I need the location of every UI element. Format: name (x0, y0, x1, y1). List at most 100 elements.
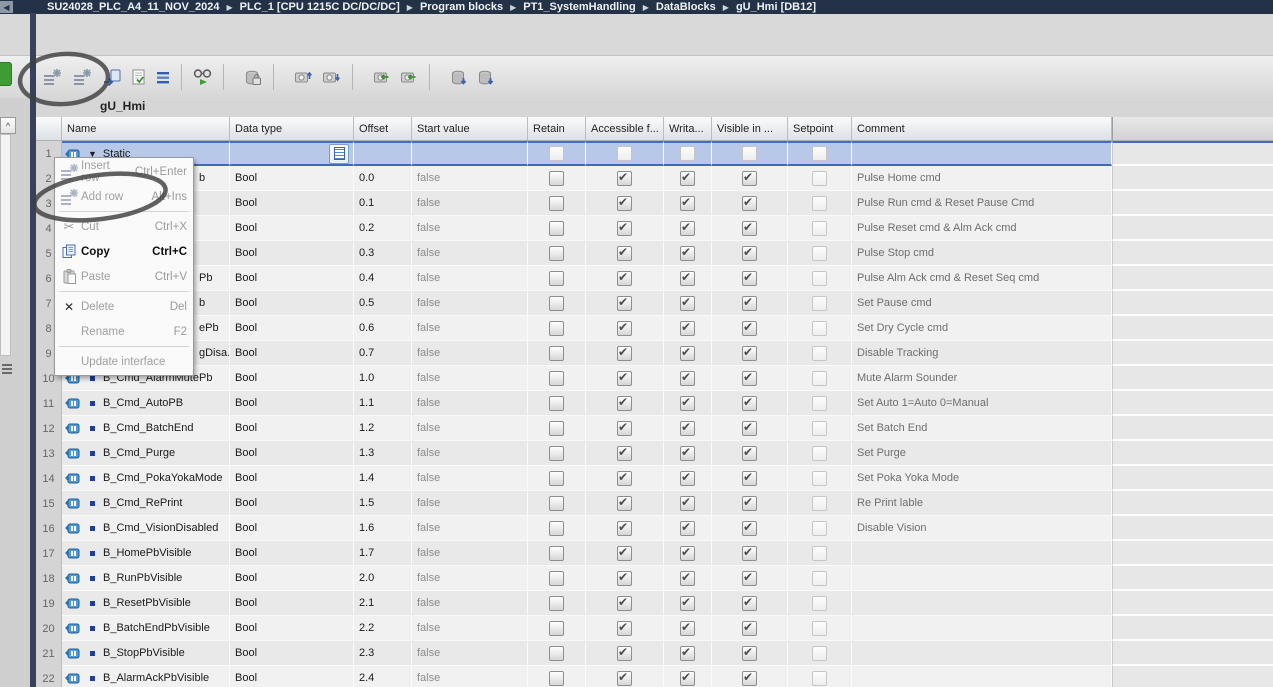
accessible-checkbox[interactable] (617, 245, 632, 261)
writable-checkbox[interactable] (680, 195, 695, 211)
datatype-cell[interactable]: Bool (230, 566, 354, 591)
comment-cell[interactable]: Set Batch End (852, 416, 1112, 441)
splitter-grip-icon[interactable] (2, 364, 12, 376)
row-number[interactable]: 20 (36, 616, 62, 641)
name-cell[interactable]: B_RunPbVisible (62, 566, 230, 591)
comment-cell[interactable]: Disable Vision (852, 516, 1112, 541)
row-number[interactable]: 19 (36, 591, 62, 616)
start-value-cell[interactable]: false (412, 516, 528, 541)
retain-checkbox[interactable] (549, 420, 564, 436)
writable-checkbox[interactable] (680, 520, 695, 536)
retain-checkbox[interactable] (549, 295, 564, 311)
datatype-cell[interactable]: Bool (230, 441, 354, 466)
column-header-blank[interactable] (1112, 117, 1273, 140)
breadcrumb-item[interactable]: PT1_SystemHandling (519, 1, 639, 13)
datatype-cell[interactable]: Bool (230, 616, 354, 641)
row-number[interactable]: 16 (36, 516, 62, 541)
writable-checkbox[interactable] (680, 220, 695, 236)
accessible-checkbox[interactable] (617, 670, 632, 686)
row-number[interactable]: 11 (36, 391, 62, 416)
column-header-retain[interactable]: Retain (528, 117, 586, 140)
name-cell[interactable]: B_HomePbVisible (62, 541, 230, 566)
row-number[interactable]: 21 (36, 641, 62, 666)
writable-checkbox[interactable] (680, 420, 695, 436)
menu-item-update-interface[interactable]: Update interface (55, 349, 193, 374)
retain-checkbox[interactable] (549, 470, 564, 486)
comment-cell[interactable]: Disable Tracking (852, 341, 1112, 366)
retain-checkbox[interactable] (549, 395, 564, 411)
load-values-all-button[interactable] (474, 63, 499, 91)
accessible-checkbox[interactable] (617, 545, 632, 561)
start-value-cell[interactable]: false (412, 366, 528, 391)
datatype-cell[interactable]: Bool (230, 166, 354, 191)
writable-checkbox[interactable] (680, 470, 695, 486)
visible-hmi-checkbox[interactable] (742, 545, 757, 561)
accessible-checkbox[interactable] (617, 170, 632, 186)
add-row-button[interactable] (69, 63, 97, 91)
comment-cell[interactable]: Set Purge (852, 441, 1112, 466)
visible-hmi-checkbox[interactable] (742, 520, 757, 536)
retain-checkbox[interactable] (549, 220, 564, 236)
row-number[interactable]: 12 (36, 416, 62, 441)
row-number[interactable]: 14 (36, 466, 62, 491)
comment-cell[interactable]: Re Print lable (852, 491, 1112, 516)
datatype-browse-button[interactable] (329, 143, 349, 164)
keep-actual-values-button[interactable] (241, 63, 266, 91)
start-value-cell[interactable]: false (412, 391, 528, 416)
accessible-checkbox[interactable] (617, 220, 632, 236)
accessible-checkbox[interactable] (617, 270, 632, 286)
start-value-cell[interactable]: false (412, 566, 528, 591)
accessible-checkbox[interactable] (617, 595, 632, 611)
retain-checkbox[interactable] (549, 520, 564, 536)
comment-cell[interactable] (852, 616, 1112, 641)
start-value-cell[interactable]: false (412, 191, 528, 216)
breadcrumb-item[interactable]: SU24028_PLC_A4_11_NOV_2024 (43, 1, 223, 13)
comment-cell[interactable]: Pulse Alm Ack cmd & Reset Seq cmd (852, 266, 1112, 291)
writable-checkbox[interactable] (680, 645, 695, 661)
start-value-cell[interactable]: false (412, 416, 528, 441)
breadcrumb-item[interactable]: gU_Hmi [DB12] (732, 1, 820, 13)
copy-snapshot-button[interactable] (370, 63, 395, 91)
visible-hmi-checkbox[interactable] (742, 395, 757, 411)
name-cell[interactable]: B_Cmd_AutoPB (62, 391, 230, 416)
retain-checkbox[interactable] (549, 170, 564, 186)
writable-checkbox[interactable] (680, 445, 695, 461)
writable-checkbox[interactable] (680, 545, 695, 561)
accessible-checkbox[interactable] (617, 320, 632, 336)
row-number[interactable]: 22 (36, 666, 62, 687)
menu-item-cut[interactable]: ✂ Cut Ctrl+X (55, 214, 193, 239)
writable-checkbox[interactable] (680, 370, 695, 386)
column-header-offset[interactable]: Offset (354, 117, 412, 140)
datatype-cell[interactable]: Bool (230, 266, 354, 291)
name-cell[interactable]: B_StopPbVisible (62, 641, 230, 666)
start-value-cell[interactable]: false (412, 466, 528, 491)
comment-cell[interactable]: Pulse Home cmd (852, 166, 1112, 191)
accessible-checkbox[interactable] (617, 470, 632, 486)
visible-hmi-checkbox[interactable] (742, 270, 757, 286)
visible-hmi-checkbox[interactable] (742, 620, 757, 636)
datatype-cell[interactable]: Bool (230, 191, 354, 216)
comment-cell[interactable]: Mute Alarm Sounder (852, 366, 1112, 391)
column-header-datatype[interactable]: Data type (230, 117, 354, 140)
expand-members-button[interactable] (152, 63, 174, 91)
name-cell[interactable]: B_Cmd_BatchEnd (62, 416, 230, 441)
datatype-cell[interactable]: Bool (230, 416, 354, 441)
visible-hmi-checkbox[interactable] (742, 670, 757, 686)
start-value-cell[interactable]: false (412, 266, 528, 291)
datatype-cell[interactable]: Bool (230, 516, 354, 541)
comment-cell[interactable] (852, 641, 1112, 666)
insert-row-button[interactable] (39, 63, 67, 91)
writable-checkbox[interactable] (680, 495, 695, 511)
comment-cell[interactable]: Set Pause cmd (852, 291, 1112, 316)
menu-item-insert-row[interactable]: Insert row Ctrl+Enter (55, 159, 193, 184)
menu-item-add-row[interactable]: Add row Alt+Ins (55, 184, 193, 209)
comment-cell[interactable] (852, 591, 1112, 616)
name-cell[interactable]: B_Cmd_VisionDisabled (62, 516, 230, 541)
start-value-cell[interactable]: false (412, 341, 528, 366)
comment-cell[interactable]: Set Dry Cycle cmd (852, 316, 1112, 341)
start-value-cell[interactable]: false (412, 291, 528, 316)
visible-hmi-checkbox[interactable] (742, 295, 757, 311)
start-value-cell[interactable] (412, 141, 528, 166)
retain-checkbox[interactable] (549, 595, 564, 611)
start-value-cell[interactable]: false (412, 166, 528, 191)
